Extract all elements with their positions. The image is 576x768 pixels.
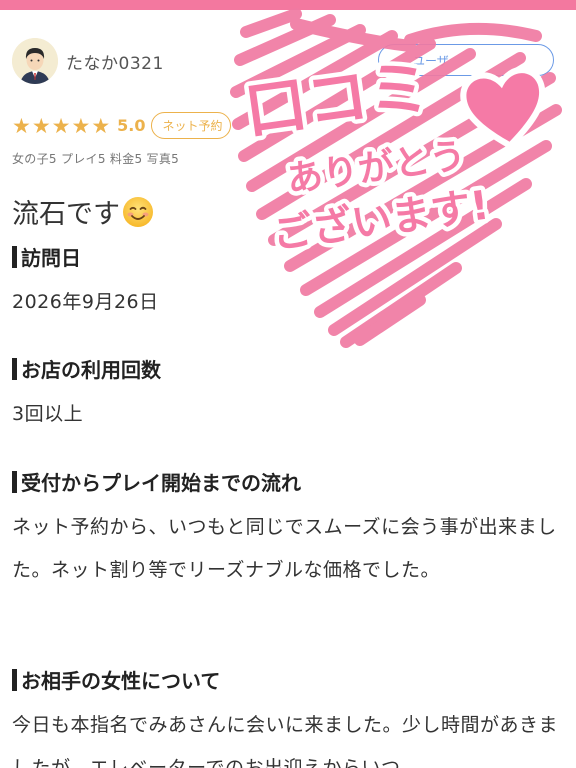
heading-bar	[12, 245, 17, 268]
user-button-label: ユーザ	[413, 53, 449, 68]
partner-heading: お相手の女性について	[12, 665, 220, 694]
avatar[interactable]	[12, 38, 58, 84]
reviewer-info: たなか0321	[12, 38, 164, 84]
partner-heading-text: お相手の女性について	[21, 669, 221, 693]
visit-date-text: 2026年9月26日	[12, 291, 159, 313]
rating-score: 5.0	[117, 116, 146, 135]
heart-icon	[460, 66, 546, 149]
heading-bar	[12, 668, 17, 691]
usage-count-text: 3回以上	[12, 403, 84, 425]
user-profile-button[interactable]: ユーザ	[378, 44, 554, 76]
top-accent-bar	[0, 0, 576, 10]
flow-text: ネット予約から、いつもと同じでスムーズに会う事が出来ました。ネット割り等でリーズ…	[12, 516, 557, 581]
visit-date-heading-text: 訪問日	[21, 246, 81, 270]
stamp-line3: ございます!	[269, 182, 492, 258]
stamp-white-outline: 口コミ ありがとう ございます!	[236, 45, 497, 263]
flow-heading-text: 受付からプレイ開始までの流れ	[21, 471, 301, 495]
user-avatar-icon	[12, 38, 58, 84]
net-reservation-badge: ネット予約	[151, 112, 232, 139]
heading-bar	[12, 470, 17, 493]
heading-bar	[12, 357, 17, 380]
star-icon: ★	[71, 113, 91, 138]
star-icon: ★	[12, 113, 31, 138]
visit-date-heading: 訪問日	[12, 242, 81, 271]
star-icon: ★	[31, 113, 51, 138]
smiling-face-icon	[123, 196, 153, 227]
review-title-text: 流石です	[12, 199, 120, 230]
stamp-line2-outline: ありがとう	[284, 135, 468, 201]
reviewer-username[interactable]: たなか0321	[66, 49, 164, 74]
stamp-line3-outline: ございます!	[269, 182, 492, 258]
usage-count-heading-text: お店の利用回数	[21, 358, 161, 382]
star-icon: ★	[91, 113, 111, 138]
flow-heading: 受付からプレイ開始までの流れ	[12, 467, 301, 496]
rating-row: ★ ★ ★ ★ ★ 5.0 ネット予約	[12, 112, 232, 139]
usage-count-heading: お店の利用回数	[12, 354, 161, 383]
review-title: 流石です	[12, 192, 154, 231]
star-rating: ★ ★ ★ ★ ★	[12, 114, 111, 138]
star-icon: ★	[51, 113, 71, 138]
stamp-text: 口コミ ありがとう ございます!	[240, 50, 492, 259]
sub-scores: 女の子5 プレイ5 料金5 写真5	[12, 152, 180, 166]
partner-text: 今日も本指名でみあさんに会いに来ました。少し時間があきましたが、エレベーターでの…	[12, 714, 559, 768]
stamp-line2: ありがとう	[284, 135, 468, 201]
